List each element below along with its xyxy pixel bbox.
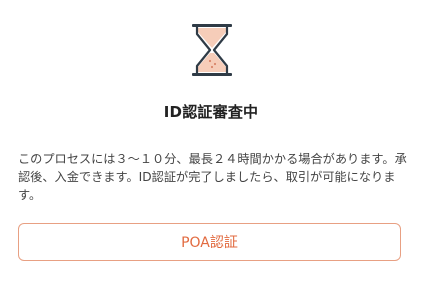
poa-verification-button[interactable]: POA認証	[18, 223, 401, 261]
status-description: このプロセスには３～１０分、最長２４時間かかる場合があります。承認後、入金できま…	[18, 152, 407, 202]
hourglass-icon	[190, 22, 234, 78]
status-title: ID認証審査中	[163, 103, 259, 121]
verification-status-card: ID認証審査中 このプロセスには３～１０分、最長２４時間かかる場合があります。承…	[0, 0, 422, 283]
